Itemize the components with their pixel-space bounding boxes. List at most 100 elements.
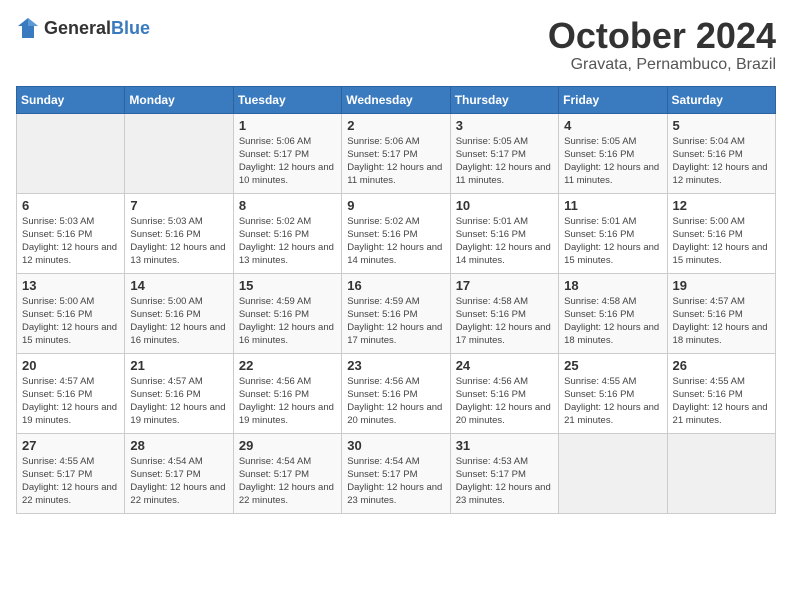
day-number: 2 bbox=[347, 118, 444, 133]
calendar-cell: 30 Sunrise: 4:54 AM Sunset: 5:17 PM Dayli… bbox=[342, 433, 450, 513]
day-header-tuesday: Tuesday bbox=[233, 86, 341, 113]
calendar-cell: 1 Sunrise: 5:06 AM Sunset: 5:17 PM Daylig… bbox=[233, 113, 341, 193]
calendar-cell: 29 Sunrise: 4:54 AM Sunset: 5:17 PM Dayli… bbox=[233, 433, 341, 513]
day-number: 15 bbox=[239, 278, 336, 293]
day-info: Sunrise: 5:04 AM Sunset: 5:16 PM Dayligh… bbox=[673, 135, 770, 188]
logo-icon bbox=[16, 16, 40, 40]
calendar-cell: 20Sunrise: 4:57 AM Sunset: 5:16 PM Dayli… bbox=[17, 353, 125, 433]
day-number: 7 bbox=[130, 198, 227, 213]
day-info: Sunrise: 5:03 AM Sunset: 5:16 PM Dayligh… bbox=[22, 215, 119, 268]
day-info: Sunrise: 4:58 AM Sunset: 5:16 PM Dayligh… bbox=[456, 295, 553, 348]
day-header-friday: Friday bbox=[559, 86, 667, 113]
calendar-cell: 25Sunrise: 4:55 AM Sunset: 5:16 PM Dayli… bbox=[559, 353, 667, 433]
day-number: 30 bbox=[347, 438, 444, 453]
calendar-cell: 14 Sunrise: 5:00 AM Sunset: 5:16 PM Dayli… bbox=[125, 273, 233, 353]
day-info: Sunrise: 5:06 AM Sunset: 5:17 PM Dayligh… bbox=[239, 135, 336, 188]
calendar-cell: 5 Sunrise: 5:04 AM Sunset: 5:16 PM Daylig… bbox=[667, 113, 775, 193]
day-header-monday: Monday bbox=[125, 86, 233, 113]
calendar-cell bbox=[667, 433, 775, 513]
day-number: 19 bbox=[673, 278, 770, 293]
calendar-header-row: SundayMondayTuesdayWednesdayThursdayFrid… bbox=[17, 86, 776, 113]
day-number: 31 bbox=[456, 438, 553, 453]
day-info: Sunrise: 4:56 AM Sunset: 5:16 PM Dayligh… bbox=[239, 375, 336, 428]
calendar-week-2: 6 Sunrise: 5:03 AM Sunset: 5:16 PM Daylig… bbox=[17, 193, 776, 273]
month-title: October 2024 bbox=[548, 16, 776, 56]
calendar-cell: 27 Sunrise: 4:55 AM Sunset: 5:17 PM Dayli… bbox=[17, 433, 125, 513]
day-header-thursday: Thursday bbox=[450, 86, 558, 113]
day-info: Sunrise: 5:00 AM Sunset: 5:16 PM Dayligh… bbox=[130, 295, 227, 348]
page-header: GeneralBlue October 2024 Gravata, Pernam… bbox=[16, 16, 776, 74]
day-number: 5 bbox=[673, 118, 770, 133]
day-number: 22 bbox=[239, 358, 336, 373]
calendar-cell: 4 Sunrise: 5:05 AM Sunset: 5:16 PM Daylig… bbox=[559, 113, 667, 193]
calendar-cell: 17Sunrise: 4:58 AM Sunset: 5:16 PM Dayli… bbox=[450, 273, 558, 353]
day-number: 25 bbox=[564, 358, 661, 373]
day-info: Sunrise: 4:59 AM Sunset: 5:16 PM Dayligh… bbox=[347, 295, 444, 348]
day-info: Sunrise: 5:00 AM Sunset: 5:16 PM Dayligh… bbox=[673, 215, 770, 268]
day-number: 24 bbox=[456, 358, 553, 373]
day-number: 20 bbox=[22, 358, 119, 373]
calendar-cell bbox=[125, 113, 233, 193]
day-number: 21 bbox=[130, 358, 227, 373]
day-info: Sunrise: 4:55 AM Sunset: 5:16 PM Dayligh… bbox=[673, 375, 770, 428]
calendar-week-5: 27 Sunrise: 4:55 AM Sunset: 5:17 PM Dayli… bbox=[17, 433, 776, 513]
calendar-cell: 18Sunrise: 4:58 AM Sunset: 5:16 PM Dayli… bbox=[559, 273, 667, 353]
day-info: Sunrise: 4:56 AM Sunset: 5:16 PM Dayligh… bbox=[347, 375, 444, 428]
calendar-table: SundayMondayTuesdayWednesdayThursdayFrid… bbox=[16, 86, 776, 514]
calendar-cell: 8Sunrise: 5:02 AM Sunset: 5:16 PM Daylig… bbox=[233, 193, 341, 273]
day-header-wednesday: Wednesday bbox=[342, 86, 450, 113]
calendar-cell: 31 Sunrise: 4:53 AM Sunset: 5:17 PM Dayli… bbox=[450, 433, 558, 513]
calendar-cell: 11 Sunrise: 5:01 AM Sunset: 5:16 PM Dayli… bbox=[559, 193, 667, 273]
day-number: 11 bbox=[564, 198, 661, 213]
calendar-cell: 24 Sunrise: 4:56 AM Sunset: 5:16 PM Dayli… bbox=[450, 353, 558, 433]
calendar-cell: 28 Sunrise: 4:54 AM Sunset: 5:17 PM Dayli… bbox=[125, 433, 233, 513]
calendar-cell: 12 Sunrise: 5:00 AM Sunset: 5:16 PM Dayli… bbox=[667, 193, 775, 273]
logo-text-general: General bbox=[44, 18, 111, 38]
day-number: 23 bbox=[347, 358, 444, 373]
day-number: 26 bbox=[673, 358, 770, 373]
day-number: 16 bbox=[347, 278, 444, 293]
calendar-cell: 19 Sunrise: 4:57 AM Sunset: 5:16 PM Dayli… bbox=[667, 273, 775, 353]
day-number: 28 bbox=[130, 438, 227, 453]
calendar-cell: 9Sunrise: 5:02 AM Sunset: 5:16 PM Daylig… bbox=[342, 193, 450, 273]
calendar-cell bbox=[559, 433, 667, 513]
day-info: Sunrise: 5:00 AM Sunset: 5:16 PM Dayligh… bbox=[22, 295, 119, 348]
calendar-cell: 2Sunrise: 5:06 AM Sunset: 5:17 PM Daylig… bbox=[342, 113, 450, 193]
day-number: 12 bbox=[673, 198, 770, 213]
day-number: 4 bbox=[564, 118, 661, 133]
day-number: 8 bbox=[239, 198, 336, 213]
day-info: Sunrise: 5:01 AM Sunset: 5:16 PM Dayligh… bbox=[456, 215, 553, 268]
day-number: 1 bbox=[239, 118, 336, 133]
calendar-cell: 6 Sunrise: 5:03 AM Sunset: 5:16 PM Daylig… bbox=[17, 193, 125, 273]
calendar-week-1: 1 Sunrise: 5:06 AM Sunset: 5:17 PM Daylig… bbox=[17, 113, 776, 193]
day-info: Sunrise: 4:55 AM Sunset: 5:17 PM Dayligh… bbox=[22, 455, 119, 508]
title-area: October 2024 Gravata, Pernambuco, Brazil bbox=[548, 16, 776, 74]
day-number: 10 bbox=[456, 198, 553, 213]
day-info: Sunrise: 4:57 AM Sunset: 5:16 PM Dayligh… bbox=[673, 295, 770, 348]
calendar-week-3: 13 Sunrise: 5:00 AM Sunset: 5:16 PM Dayli… bbox=[17, 273, 776, 353]
calendar-cell: 26 Sunrise: 4:55 AM Sunset: 5:16 PM Dayli… bbox=[667, 353, 775, 433]
day-info: Sunrise: 4:59 AM Sunset: 5:16 PM Dayligh… bbox=[239, 295, 336, 348]
day-info: Sunrise: 5:05 AM Sunset: 5:16 PM Dayligh… bbox=[564, 135, 661, 188]
day-number: 6 bbox=[22, 198, 119, 213]
day-info: Sunrise: 4:54 AM Sunset: 5:17 PM Dayligh… bbox=[239, 455, 336, 508]
day-header-saturday: Saturday bbox=[667, 86, 775, 113]
calendar-cell: 7Sunrise: 5:03 AM Sunset: 5:16 PM Daylig… bbox=[125, 193, 233, 273]
calendar-cell: 23 Sunrise: 4:56 AM Sunset: 5:16 PM Dayli… bbox=[342, 353, 450, 433]
calendar-cell: 3Sunrise: 5:05 AM Sunset: 5:17 PM Daylig… bbox=[450, 113, 558, 193]
day-number: 14 bbox=[130, 278, 227, 293]
day-info: Sunrise: 4:54 AM Sunset: 5:17 PM Dayligh… bbox=[130, 455, 227, 508]
location-title: Gravata, Pernambuco, Brazil bbox=[548, 56, 776, 74]
day-number: 18 bbox=[564, 278, 661, 293]
day-info: Sunrise: 4:56 AM Sunset: 5:16 PM Dayligh… bbox=[456, 375, 553, 428]
calendar-cell: 16 Sunrise: 4:59 AM Sunset: 5:16 PM Dayli… bbox=[342, 273, 450, 353]
day-number: 29 bbox=[239, 438, 336, 453]
logo: GeneralBlue bbox=[16, 16, 150, 40]
day-info: Sunrise: 5:01 AM Sunset: 5:16 PM Dayligh… bbox=[564, 215, 661, 268]
calendar-cell: 13 Sunrise: 5:00 AM Sunset: 5:16 PM Dayli… bbox=[17, 273, 125, 353]
day-info: Sunrise: 4:57 AM Sunset: 5:16 PM Dayligh… bbox=[130, 375, 227, 428]
day-info: Sunrise: 4:53 AM Sunset: 5:17 PM Dayligh… bbox=[456, 455, 553, 508]
day-number: 27 bbox=[22, 438, 119, 453]
day-info: Sunrise: 4:54 AM Sunset: 5:17 PM Dayligh… bbox=[347, 455, 444, 508]
day-number: 13 bbox=[22, 278, 119, 293]
